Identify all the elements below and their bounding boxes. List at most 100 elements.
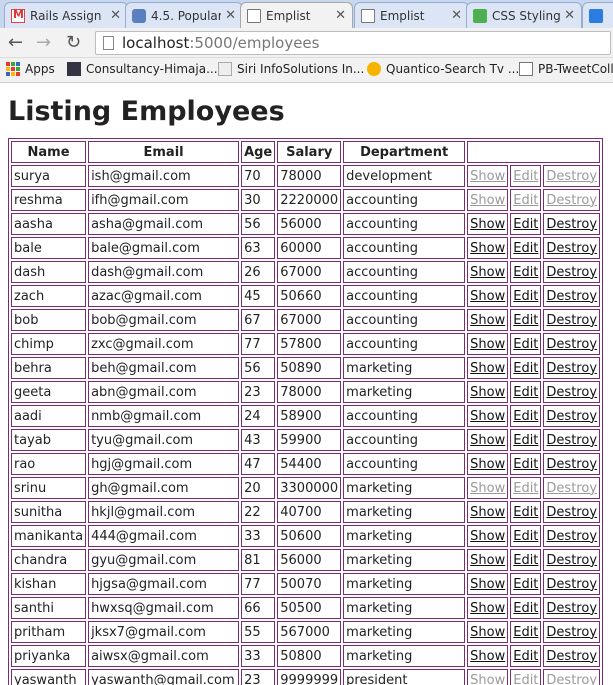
edit-link[interactable]: Edit xyxy=(513,193,538,208)
close-icon[interactable]: ✕ xyxy=(225,8,236,23)
destroy-link[interactable]: Destroy xyxy=(546,217,597,232)
employee-email-cell: yaswanth@gmail.com xyxy=(88,669,240,685)
action-cell: Show xyxy=(467,669,509,685)
close-icon[interactable]: ✕ xyxy=(335,8,346,23)
employee-age-cell: 23 xyxy=(241,381,276,403)
reload-icon[interactable]: ↻ xyxy=(66,34,81,52)
show-link[interactable]: Show xyxy=(470,529,505,544)
destroy-link[interactable]: Destroy xyxy=(546,673,597,685)
show-link[interactable]: Show xyxy=(470,265,505,280)
edit-link[interactable]: Edit xyxy=(513,217,538,232)
edit-link[interactable]: Edit xyxy=(513,673,538,685)
edit-link[interactable]: Edit xyxy=(513,289,538,304)
show-link[interactable]: Show xyxy=(470,193,505,208)
destroy-link[interactable]: Destroy xyxy=(546,241,597,256)
employee-name-cell: aasha xyxy=(11,213,87,235)
tab[interactable]: Rails Assign ✕ xyxy=(4,2,128,28)
edit-link[interactable]: Edit xyxy=(513,553,538,568)
edit-link[interactable]: Edit xyxy=(513,529,538,544)
destroy-link[interactable]: Destroy xyxy=(546,193,597,208)
action-cell: Destroy xyxy=(543,309,601,331)
edit-link[interactable]: Edit xyxy=(513,313,538,328)
destroy-link[interactable]: Destroy xyxy=(546,529,597,544)
siri-icon xyxy=(218,62,232,76)
edit-link[interactable]: Edit xyxy=(513,649,538,664)
show-link[interactable]: Show xyxy=(470,385,505,400)
bookmark-pb-tweet[interactable]: PB-TweetColle xyxy=(519,62,613,76)
destroy-link[interactable]: Destroy xyxy=(546,577,597,592)
employee-age-cell: 33 xyxy=(241,645,276,667)
destroy-link[interactable]: Destroy xyxy=(546,409,597,424)
destroy-link[interactable]: Destroy xyxy=(546,457,597,472)
show-link[interactable]: Show xyxy=(470,481,505,496)
edit-link[interactable]: Edit xyxy=(513,481,538,496)
edit-link[interactable]: Edit xyxy=(513,457,538,472)
edit-link[interactable]: Edit xyxy=(513,505,538,520)
tab-active[interactable]: Emplist ✕ xyxy=(240,2,353,28)
destroy-link[interactable]: Destroy xyxy=(546,433,597,448)
tab[interactable]: Emplist ✕ xyxy=(354,2,469,28)
show-link[interactable]: Show xyxy=(470,457,505,472)
edit-link[interactable]: Edit xyxy=(513,241,538,256)
close-icon[interactable]: ✕ xyxy=(110,8,121,23)
show-link[interactable]: Show xyxy=(470,649,505,664)
destroy-link[interactable]: Destroy xyxy=(546,289,597,304)
destroy-link[interactable]: Destroy xyxy=(546,649,597,664)
show-link[interactable]: Show xyxy=(470,505,505,520)
edit-link[interactable]: Edit xyxy=(513,265,538,280)
edit-link[interactable]: Edit xyxy=(513,361,538,376)
back-arrow-icon[interactable]: ← xyxy=(8,34,23,52)
employee-department-cell: accounting xyxy=(343,333,466,355)
bookmark-apps[interactable]: Apps xyxy=(6,62,55,76)
tab[interactable]: CSS Styling ✕ xyxy=(466,2,582,28)
show-link[interactable]: Show xyxy=(470,217,505,232)
destroy-link[interactable]: Destroy xyxy=(546,601,597,616)
destroy-link[interactable]: Destroy xyxy=(546,505,597,520)
show-link[interactable]: Show xyxy=(470,409,505,424)
employee-age-cell: 26 xyxy=(241,261,276,283)
show-link[interactable]: Show xyxy=(470,313,505,328)
action-cell: Edit xyxy=(510,621,542,643)
bookmark-siri[interactable]: Siri InfoSolutions In... xyxy=(218,62,364,76)
destroy-link[interactable]: Destroy xyxy=(546,265,597,280)
tab[interactable]: 4.5. Popular ✕ xyxy=(125,2,243,28)
edit-link[interactable]: Edit xyxy=(513,577,538,592)
bookmark-quantico[interactable]: Quantico-Search Tv ... xyxy=(367,62,519,76)
quantico-icon xyxy=(367,62,381,76)
destroy-link[interactable]: Destroy xyxy=(546,385,597,400)
destroy-link[interactable]: Destroy xyxy=(546,337,597,352)
show-link[interactable]: Show xyxy=(470,673,505,685)
show-link[interactable]: Show xyxy=(470,361,505,376)
show-link[interactable]: Show xyxy=(470,433,505,448)
destroy-link[interactable]: Destroy xyxy=(546,361,597,376)
destroy-link[interactable]: Destroy xyxy=(546,481,597,496)
destroy-link[interactable]: Destroy xyxy=(546,625,597,640)
show-link[interactable]: Show xyxy=(470,553,505,568)
show-link[interactable]: Show xyxy=(470,337,505,352)
employee-salary-cell: 67000 xyxy=(277,309,342,331)
close-icon[interactable]: ✕ xyxy=(564,8,575,23)
close-icon[interactable]: ✕ xyxy=(451,8,462,23)
edit-link[interactable]: Edit xyxy=(513,409,538,424)
table-row: srinu gh@gmail.com 20 3300000 marketing Show E… xyxy=(11,477,601,499)
show-link[interactable]: Show xyxy=(470,241,505,256)
show-link[interactable]: Show xyxy=(470,601,505,616)
show-link[interactable]: Show xyxy=(470,289,505,304)
show-link[interactable]: Show xyxy=(470,625,505,640)
tab[interactable] xyxy=(582,2,613,28)
edit-link[interactable]: Edit xyxy=(513,433,538,448)
show-link[interactable]: Show xyxy=(470,577,505,592)
address-bar[interactable]: localhost:5000/employees xyxy=(95,31,611,55)
edit-link[interactable]: Edit xyxy=(513,385,538,400)
destroy-link[interactable]: Destroy xyxy=(546,169,597,184)
edit-link[interactable]: Edit xyxy=(513,625,538,640)
edit-link[interactable]: Edit xyxy=(513,337,538,352)
show-link[interactable]: Show xyxy=(470,169,505,184)
bookmark-consultancy[interactable]: Consultancy-Himaja... xyxy=(67,62,218,76)
destroy-link[interactable]: Destroy xyxy=(546,313,597,328)
destroy-link[interactable]: Destroy xyxy=(546,553,597,568)
edit-link[interactable]: Edit xyxy=(513,601,538,616)
employee-email-cell: jksx7@gmail.com xyxy=(88,621,240,643)
edit-link[interactable]: Edit xyxy=(513,169,538,184)
forward-arrow-icon[interactable]: → xyxy=(36,34,51,52)
